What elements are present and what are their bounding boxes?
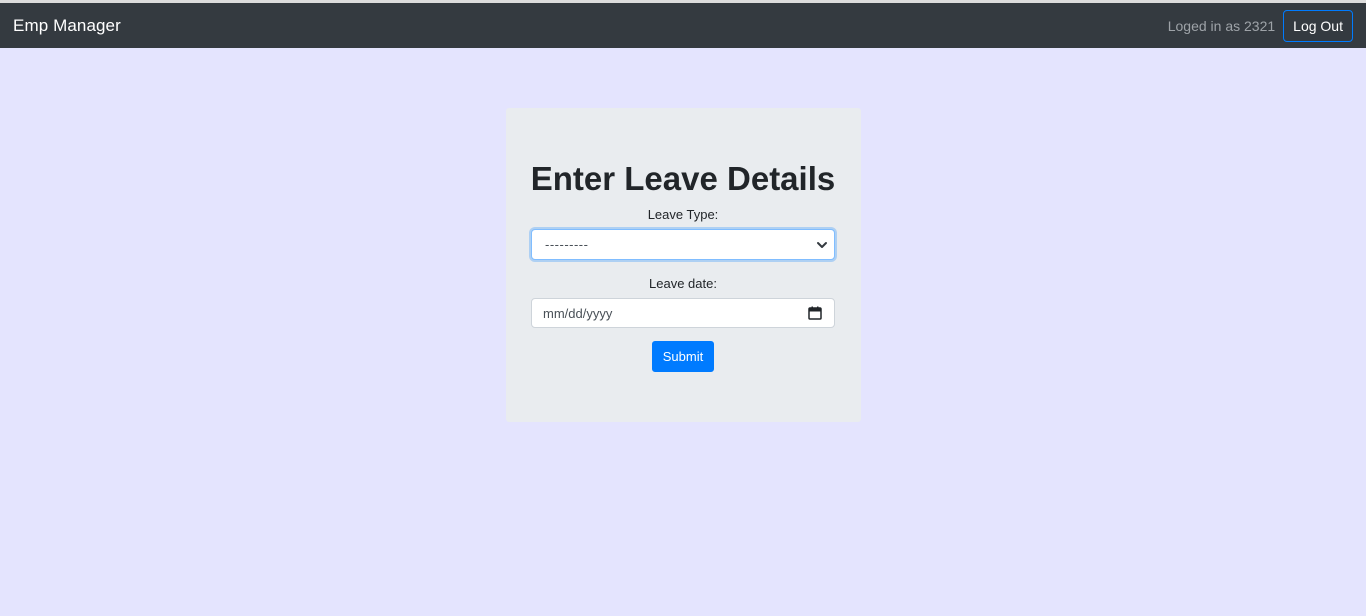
leave-date-label: Leave date: (649, 276, 717, 291)
logout-button[interactable]: Log Out (1283, 9, 1353, 42)
leave-date-placeholder: mm/dd/yyyy (543, 305, 613, 321)
brand-link[interactable]: Emp Manager (13, 16, 121, 36)
submit-button[interactable]: Submit (652, 341, 714, 372)
leave-form-card (506, 108, 861, 422)
form-title: Enter Leave Details (530, 160, 836, 197)
navbar: Emp Manager Loged in as 2321 Log Out (0, 3, 1366, 48)
leave-date-input[interactable]: mm/dd/yyyy (531, 298, 835, 328)
leave-type-select[interactable]: --------- (531, 229, 835, 260)
calendar-icon[interactable] (808, 306, 822, 320)
navbar-user-area: Loged in as 2321 Log Out (1167, 9, 1353, 42)
login-status-text: Loged in as 2321 (1167, 17, 1276, 34)
leave-type-label: Leave Type: (647, 207, 719, 222)
leave-type-selected-value: --------- (545, 237, 589, 252)
chevron-down-icon (816, 239, 828, 251)
